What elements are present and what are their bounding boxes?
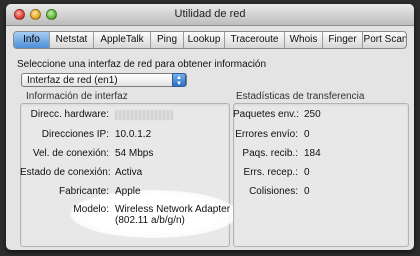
info-label: Direcc. hardware: [30,109,109,120]
stats-label: Colisiones: [249,186,298,197]
interface-select-value: Interfaz de red (en1) [27,75,118,86]
stats-value: 0 [304,129,310,140]
tab-appletalk[interactable]: AppleTalk [94,32,151,48]
stats-label: Paquetes env.: [233,109,299,120]
info-value-secondary: (802.11 a/b/g/n) [115,215,185,226]
window-title: Utilidad de red [174,8,246,20]
tab-netstat[interactable]: Netstat [50,32,94,48]
tab-bar: Info Netstat AppleTalk Ping Lookup Trace… [13,31,407,49]
tab-port-scan[interactable]: Port Scan [363,32,406,48]
info-value: Wireless Network Adapter [115,204,231,215]
tab-info[interactable]: Info [14,32,50,48]
title-bar: Utilidad de red [6,4,414,26]
stats-value: 250 [304,109,321,120]
stats-value: 0 [304,186,310,197]
tab-ping[interactable]: Ping [151,32,184,48]
info-label: Fabricante: [58,186,109,197]
interface-prompt: Seleccione una interfaz de red para obte… [17,59,267,70]
interface-select[interactable]: Interfaz de red (en1) ▲ ▼ [21,73,187,87]
info-value: 10.0.1.2 [115,129,152,140]
hardware-address-redacted [115,110,173,120]
tab-whois[interactable]: Whois [285,32,323,48]
info-value: Activa [115,167,143,178]
transfer-stats-heading: Estadísticas de transferencia [236,91,365,102]
info-label: Modelo: [73,204,109,215]
stats-label: Errores envío: [235,129,298,140]
network-utility-window: Utilidad de red Info Netstat AppleTalk P… [6,4,414,250]
stats-label: Paqs. recib.: [242,148,298,159]
updown-arrows-icon: ▲ ▼ [172,73,186,87]
info-label: Direcciones IP: [41,129,109,140]
tab-finger[interactable]: Finger [323,32,363,48]
stats-value: 0 [304,167,310,178]
tab-traceroute[interactable]: Traceroute [225,32,285,48]
info-label: Estado de conexión: [20,167,111,178]
stats-value: 184 [304,148,321,159]
tab-lookup[interactable]: Lookup [184,32,225,48]
stats-label: Errs. recep.: [243,167,298,178]
interface-info-heading: Información de interfaz [26,91,128,102]
info-label: Vel. de conexión: [32,148,109,159]
info-value: Apple [115,186,141,197]
info-value: 54 Mbps [115,148,154,159]
